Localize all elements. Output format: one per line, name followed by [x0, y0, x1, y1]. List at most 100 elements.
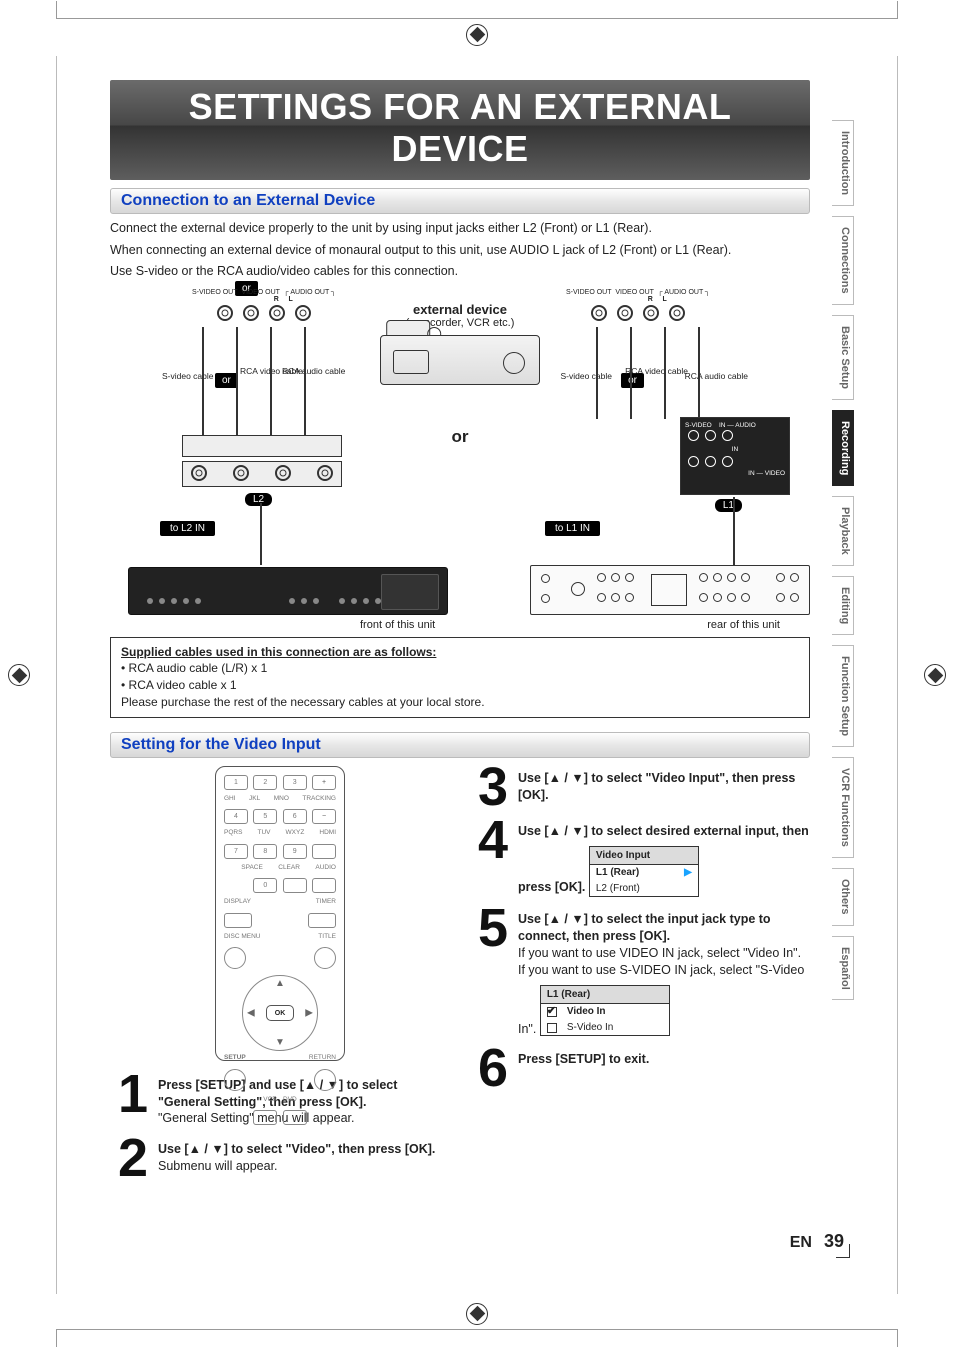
sub-tracking: TRACKING [302, 796, 336, 803]
lbl-video-out-l: VIDEO OUT [241, 289, 280, 296]
checkbox-on-icon [547, 1007, 557, 1017]
page-footer: EN 39 [790, 1231, 844, 1252]
key-0: 0 [253, 878, 277, 893]
step-4-number: 4 [470, 819, 508, 862]
registration-mark-top [466, 24, 488, 46]
l1-badge: L1 [715, 499, 742, 512]
rear-in: IN [732, 446, 739, 453]
page-title: SETTINGS FOR AN EXTERNAL DEVICE [110, 80, 810, 180]
key-6: 6 [283, 809, 307, 824]
sub-space: SPACE [241, 865, 263, 872]
rear-in-audio: IN — AUDIO [719, 422, 756, 429]
lbl-rca-audio-r: RCA audio cable [685, 372, 748, 381]
rear-svideo: S-VIDEO [685, 422, 712, 429]
key-clear [283, 878, 307, 893]
key-2: 2 [253, 775, 277, 790]
lbl-display: DISPLAY [224, 899, 264, 906]
lbl-audio-out-r: AUDIO OUT [664, 289, 703, 296]
key-return [314, 1069, 336, 1091]
checkbox-off-icon [547, 1023, 557, 1033]
menu-item-video-in: Video In [567, 1005, 606, 1019]
key-5: 5 [253, 809, 277, 824]
step-6-number: 6 [470, 1047, 508, 1090]
step-3-number: 3 [470, 766, 508, 809]
to-l1-badge: to L1 IN [545, 521, 600, 536]
menu-video-input: Video Input L1 (Rear)▶ L2 (Front) [589, 846, 699, 898]
lbl-audio-r: R [274, 296, 279, 303]
tab-recording: Recording [832, 410, 854, 486]
key-plus: + [312, 775, 336, 790]
key-audio [312, 878, 336, 893]
key-4: 4 [224, 809, 248, 824]
lbl-setup: SETUP [224, 1055, 264, 1062]
registration-mark-left [8, 664, 30, 686]
l2-badge: L2 [245, 493, 272, 506]
sub-pqrs: PQRS [224, 830, 242, 837]
rear-panel-illustration [530, 565, 810, 615]
tab-editing: Editing [832, 576, 854, 635]
sub-tuv: TUV [257, 830, 270, 837]
key-9: 9 [283, 844, 307, 859]
front-panel-illustration [128, 567, 448, 615]
key-dvd [283, 1110, 307, 1125]
section-heading-video-input-label: Setting for the Video Input [121, 736, 321, 753]
tab-others: Others [832, 868, 854, 925]
step-6-bold: Press [SETUP] to exit. [518, 1052, 649, 1066]
sub-ghi: GHI [224, 796, 236, 803]
registration-mark-right [924, 664, 946, 686]
lbl-svideo-cable-r: S-video cable [560, 372, 612, 381]
lbl-return: RETURN [296, 1055, 336, 1062]
key-blank-r3 [312, 844, 336, 859]
section-heading-connection-label: Connection to an External Device [121, 192, 375, 209]
key-vcr [253, 1110, 277, 1125]
rear-jack-block: S-VIDEO IN — AUDIO IN IN — VIDEO [680, 417, 790, 495]
key-title [314, 947, 336, 969]
step-2-bold: Use [▲ / ▼] to select "Video", then pres… [158, 1142, 435, 1156]
rear-in-video: IN — VIDEO [748, 470, 785, 477]
step-1-number: 1 [110, 1073, 148, 1116]
rear-caption: rear of this unit [707, 619, 780, 631]
to-l2-badge: to L2 IN [160, 521, 215, 536]
tab-playback: Playback [832, 496, 854, 566]
lbl-discmenu: DISC MENU [224, 934, 272, 941]
dpad: OK ▲▼◀▶ [242, 975, 318, 1051]
intro-line-1: Connect the external device properly to … [110, 220, 810, 238]
sub-mno: MNO [274, 796, 289, 803]
lbl-vcr: VCR [263, 1097, 277, 1104]
step-4: 4 Use [▲ / ▼] to select desired external… [470, 819, 810, 897]
footer-corner-icon [836, 1244, 850, 1258]
lbl-rca-video-r: RCA video cable [625, 367, 688, 376]
step-5-line1: If you want to use VIDEO IN jack, select… [518, 946, 801, 960]
tab-basic-setup: Basic Setup [832, 315, 854, 400]
sub-jkl: JKL [249, 796, 260, 803]
supplied-line-1: • RCA audio cable (L/R) x 1 [121, 660, 799, 677]
step-2-number: 2 [110, 1137, 148, 1180]
lbl-rca-audio-l: RCA audio cable [282, 367, 345, 376]
supplied-line-2: • RCA video cable x 1 [121, 677, 799, 694]
lbl-svideo-out-l: S-VIDEO OUT [192, 289, 238, 296]
section-heading-connection: Connection to an External Device [110, 188, 810, 214]
front-caption: front of this unit [360, 619, 435, 631]
supplied-cables-box: Supplied cables used in this connection … [110, 637, 810, 718]
menu-video-input-header: Video Input [590, 847, 698, 866]
sub-audio: AUDIO [315, 865, 336, 872]
lbl-svideo-cable-l: S-video cable [162, 372, 214, 381]
key-timer [308, 913, 336, 928]
lbl-audio-l-r: L [663, 296, 667, 303]
step-2: 2 Use [▲ / ▼] to select "Video", then pr… [110, 1137, 450, 1180]
tab-espanol: Español [832, 936, 854, 1001]
key-setup [224, 1069, 246, 1091]
key-minus: − [312, 809, 336, 824]
lbl-audio-out-l: AUDIO OUT [290, 289, 329, 296]
step-5: 5 Use [▲ / ▼] to select the input jack t… [470, 907, 810, 1037]
key-3: 3 [283, 775, 307, 790]
or-badge-ll: or [215, 373, 238, 388]
step-6: 6 Press [SETUP] to exit. [470, 1047, 810, 1090]
registration-mark-bottom [466, 1303, 488, 1325]
tab-connections: Connections [832, 216, 854, 305]
section-heading-video-input: Setting for the Video Input [110, 732, 810, 758]
menu-item-l1: L1 (Rear) [596, 866, 639, 880]
sub-hdmi: HDMI [319, 830, 336, 837]
key-1: 1 [224, 775, 248, 790]
step-3-bold: Use [▲ / ▼] to select "Video Input", the… [518, 771, 795, 802]
